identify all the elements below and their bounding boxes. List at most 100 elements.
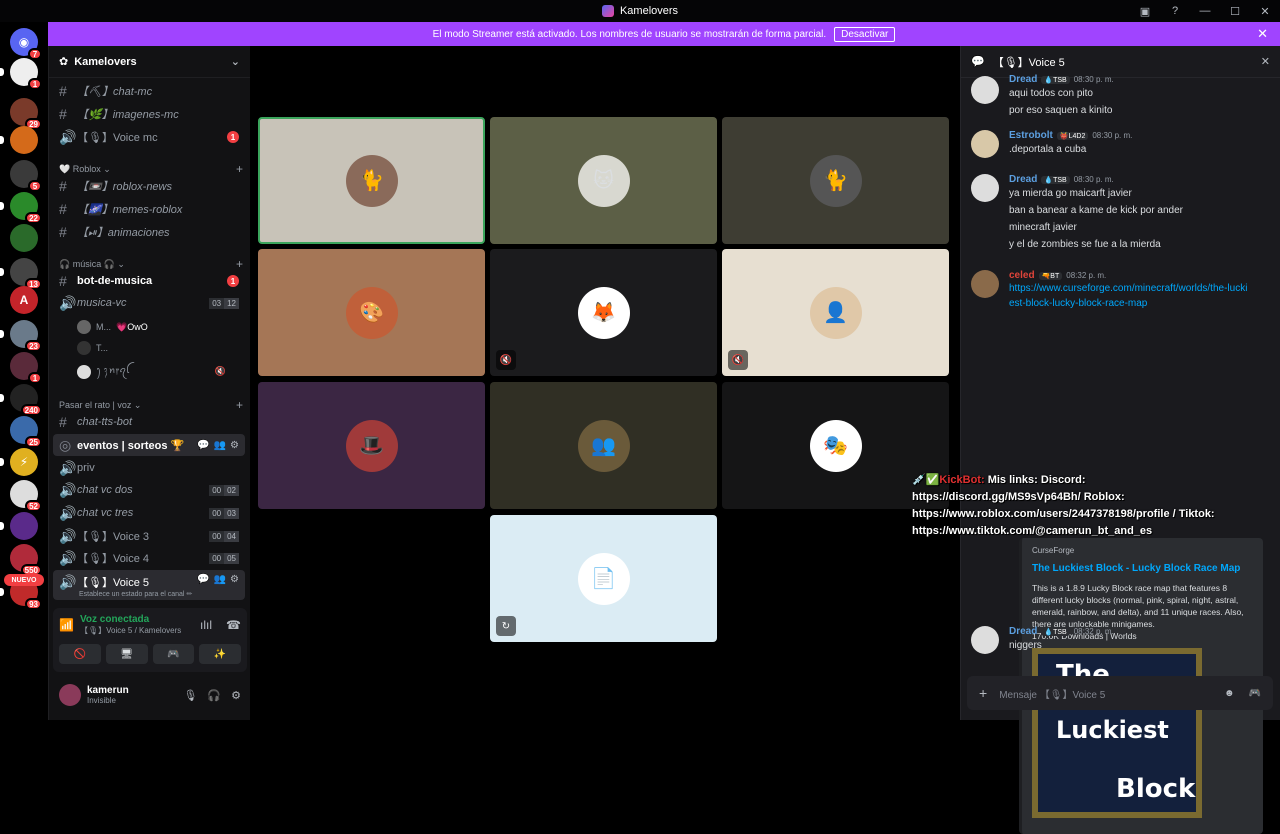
server-icon[interactable]: 25 bbox=[10, 416, 42, 448]
noise-suppression-icon[interactable]: ılıl bbox=[200, 618, 212, 632]
add-attachment-icon[interactable]: + bbox=[979, 685, 987, 701]
chat-icon[interactable]: 💬 bbox=[197, 574, 209, 585]
server-icon[interactable]: 13 bbox=[10, 258, 42, 290]
voice-user[interactable]: T... bbox=[77, 341, 108, 355]
close-window-button[interactable]: ✕ bbox=[1250, 5, 1280, 18]
voice-user[interactable]: ꫂ ᭪ꪀ᥅ꪖꪶ 🔇 bbox=[77, 362, 226, 381]
participant-tile[interactable]: 📄 ↻ bbox=[490, 515, 717, 642]
close-icon[interactable]: ✕ bbox=[1261, 55, 1270, 68]
server-glyph: A bbox=[19, 293, 29, 307]
minimize-button[interactable]: — bbox=[1190, 5, 1220, 17]
add-channel-icon[interactable]: + bbox=[236, 257, 243, 271]
server-icon[interactable]: A bbox=[10, 286, 38, 314]
channel-voice-mc[interactable]: 🔊 【🎙】Voice mc 1 bbox=[53, 126, 245, 148]
add-channel-icon[interactable]: + bbox=[236, 398, 243, 412]
participant-tile[interactable]: 🎩 bbox=[258, 382, 485, 509]
server-icon[interactable]: 1 bbox=[10, 58, 42, 90]
channel-chat-vc-tres[interactable]: 🔊 chat vc tres 00 03 bbox=[53, 502, 245, 524]
screen-share-button[interactable]: 🖥 bbox=[105, 644, 148, 664]
server-header[interactable]: ✿ Kamelovers ⌄ bbox=[49, 46, 250, 78]
avatar[interactable] bbox=[971, 626, 999, 654]
voice-user[interactable]: M... 💗OwO bbox=[77, 320, 148, 334]
server-icon[interactable]: 52 bbox=[10, 480, 42, 512]
help-icon[interactable]: ? bbox=[1160, 5, 1190, 17]
server-icon[interactable]: ⚡ bbox=[10, 448, 38, 476]
participant-tile[interactable]: 🐈 bbox=[258, 117, 485, 244]
category-roblox[interactable]: 🤍 Roblox ⌄ + bbox=[59, 162, 243, 176]
avatar[interactable] bbox=[971, 76, 999, 104]
participant-tile[interactable]: 🐈 bbox=[722, 117, 949, 244]
user-settings-icon[interactable]: ⚙ bbox=[231, 689, 241, 702]
channel-bot-de-musica[interactable]: # bot-de-musica 1 bbox=[53, 270, 245, 292]
apps-icon[interactable]: 🎮 bbox=[1249, 688, 1261, 699]
invite-icon[interactable]: 👥 bbox=[214, 574, 226, 585]
server-icon[interactable]: 240 bbox=[10, 384, 42, 416]
discord-home-icon[interactable]: ◉ 7 bbox=[10, 28, 42, 60]
participant-tile[interactable]: 🐱 bbox=[490, 117, 717, 244]
avatar[interactable] bbox=[971, 130, 999, 158]
inbox-icon[interactable]: ▣ bbox=[1130, 5, 1160, 18]
maximize-button[interactable]: ☐ bbox=[1220, 5, 1250, 18]
server-icon[interactable]: 29 bbox=[10, 98, 42, 130]
message-author[interactable]: celed bbox=[1009, 270, 1035, 281]
message-author[interactable]: Dread bbox=[1009, 174, 1037, 185]
category-musica[interactable]: 🎧 música 🎧 ⌄ + bbox=[59, 257, 243, 271]
message-composer[interactable]: + Mensaje 【🎙】Voice 5 ☻ 🎮 bbox=[967, 676, 1273, 710]
message-author[interactable]: Dread bbox=[1009, 626, 1037, 637]
signal-icon[interactable]: 📶 bbox=[59, 618, 74, 632]
headphones-icon[interactable]: 🎧 bbox=[207, 689, 221, 702]
channel-animaciones[interactable]: # 【⏯】animaciones bbox=[53, 221, 245, 243]
participant-tile[interactable]: 🦊 🔇 bbox=[490, 249, 717, 376]
participant-tile[interactable]: 🎨 bbox=[258, 249, 485, 376]
server-icon[interactable] bbox=[10, 224, 38, 252]
camera-off-button[interactable]: 🚫 bbox=[59, 644, 101, 664]
server-icon[interactable] bbox=[10, 512, 38, 540]
microphone-icon[interactable]: 🎙 bbox=[183, 689, 197, 702]
channel-eventos-sorteos[interactable]: ◎ eventos | sorteos 🏆 💬 👥 ⚙ bbox=[53, 434, 245, 456]
category-pasar-el-rato[interactable]: Pasar el rato | voz ⌄ + bbox=[59, 398, 243, 412]
settings-icon[interactable]: ⚙ bbox=[230, 440, 239, 451]
channel-voice-3[interactable]: 🔊 【🎙】Voice 3 00 04 bbox=[53, 525, 245, 547]
banner-close-icon[interactable]: ✕ bbox=[1257, 26, 1268, 42]
avatar[interactable] bbox=[971, 270, 999, 298]
user-avatar[interactable] bbox=[59, 684, 81, 706]
server-icon[interactable]: 22 bbox=[10, 192, 42, 224]
soundboard-button[interactable]: ✨ bbox=[199, 644, 241, 664]
channel-imagenes-mc[interactable]: # 【🌿】imagenes-mc bbox=[53, 103, 245, 125]
message-author[interactable]: Dread bbox=[1009, 74, 1037, 85]
server-icon[interactable]: 550 bbox=[10, 544, 42, 576]
channel-priv[interactable]: 🔊 priv bbox=[53, 457, 245, 479]
embed-title[interactable]: The Luckiest Block - Lucky Block Race Ma… bbox=[1032, 563, 1253, 574]
server-icon[interactable]: 1 bbox=[10, 352, 42, 384]
server-icon[interactable]: 23 bbox=[10, 320, 42, 352]
disable-streamer-button[interactable]: Desactivar bbox=[834, 26, 896, 42]
disconnect-icon[interactable]: ☎ bbox=[226, 618, 241, 632]
chat-icon[interactable]: 💬 bbox=[197, 440, 209, 451]
channel-memes-roblox[interactable]: # 【🌌】memes-roblox bbox=[53, 198, 245, 220]
settings-icon[interactable]: ⚙ bbox=[230, 574, 239, 585]
participant-tile[interactable]: 👥 bbox=[490, 382, 717, 509]
username[interactable]: kamerun bbox=[87, 685, 129, 696]
message-author[interactable]: Estrobolt bbox=[1009, 130, 1053, 141]
embed-image[interactable]: The Luckiest Block bbox=[1032, 648, 1202, 818]
server-icon[interactable]: 5 bbox=[10, 160, 42, 192]
channel-status-hint[interactable]: Establece un estado para el canal ✏ bbox=[79, 590, 192, 598]
channel-chat-tts-bot[interactable]: # chat-tts-bot bbox=[53, 411, 245, 433]
server-icon[interactable] bbox=[10, 126, 38, 154]
participant-tile[interactable]: 👤 🔇 bbox=[722, 249, 949, 376]
activities-button[interactable]: 🎮 bbox=[152, 644, 195, 664]
voice-status[interactable]: Voz conectada bbox=[80, 614, 181, 625]
embed-provider[interactable]: CurseForge bbox=[1032, 546, 1253, 555]
channel-chat-mc[interactable]: # 【⛏】chat-mc bbox=[53, 80, 245, 102]
message-link[interactable]: https://www.curseforge.com/minecraft/wor… bbox=[1009, 281, 1249, 311]
invite-icon[interactable]: 👥 bbox=[214, 440, 226, 451]
channel-voice-4[interactable]: 🔊 【🎙】Voice 4 00 05 bbox=[53, 547, 245, 569]
emoji-icon[interactable]: ☻ bbox=[1224, 688, 1235, 699]
channel-chat-vc-dos[interactable]: 🔊 chat vc dos 00 02 bbox=[53, 479, 245, 501]
avatar[interactable] bbox=[971, 174, 999, 202]
channel-musica-vc[interactable]: 🔊 musica-vc 03 12 bbox=[53, 292, 245, 314]
add-channel-icon[interactable]: + bbox=[236, 162, 243, 176]
channel-roblox-news[interactable]: # 【📼】roblox-news bbox=[53, 175, 245, 197]
voice-channel-path[interactable]: 【🎙】Voice 5 / Kamelovers bbox=[80, 625, 181, 636]
message-input[interactable]: Mensaje 【🎙】Voice 5 bbox=[999, 686, 1105, 701]
